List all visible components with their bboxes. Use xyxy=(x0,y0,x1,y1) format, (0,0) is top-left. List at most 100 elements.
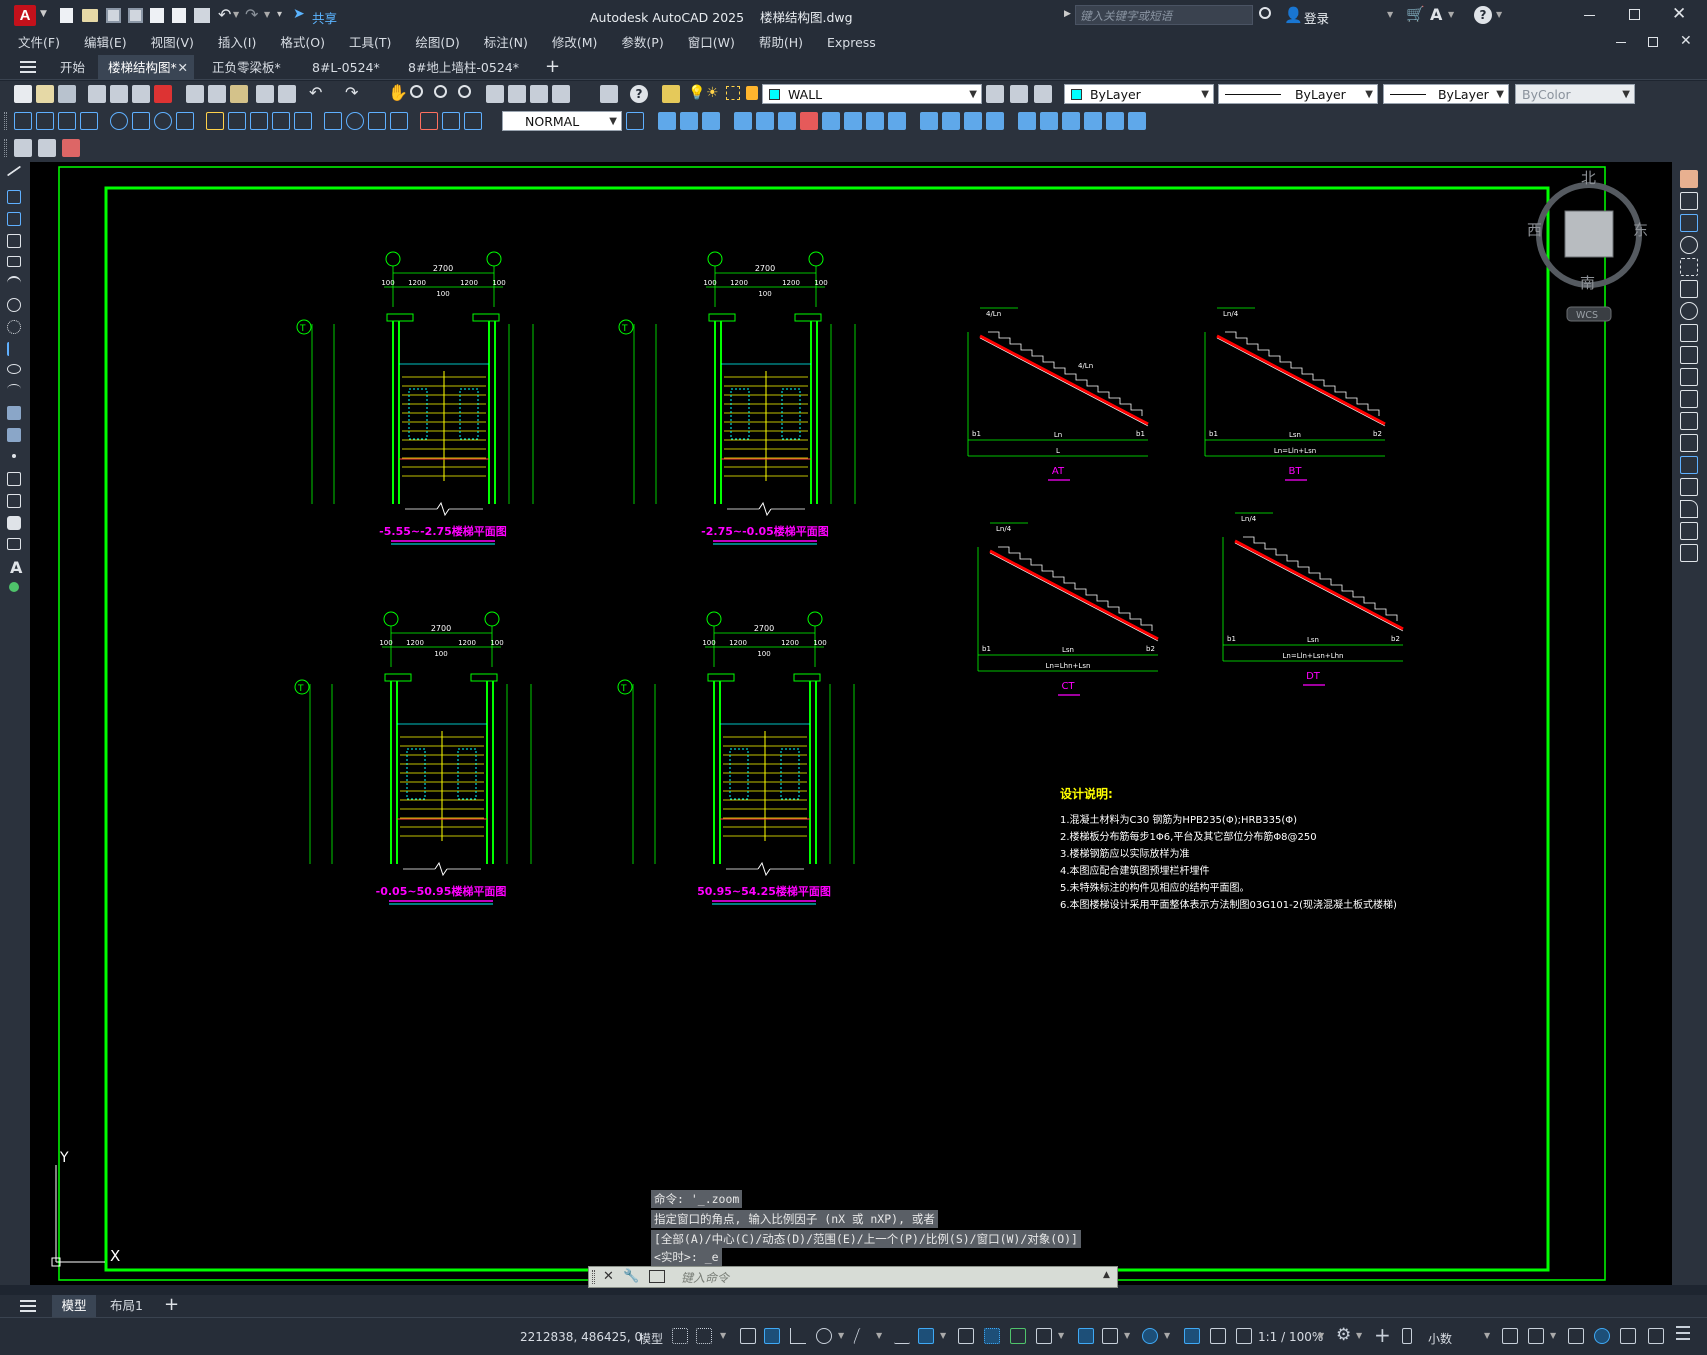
menu-express[interactable]: Express xyxy=(815,31,888,55)
properties-icon[interactable] xyxy=(486,85,504,103)
continue-dim-icon[interactable] xyxy=(250,112,268,130)
layer-previous-icon[interactable] xyxy=(1010,85,1028,103)
sheet-set-icon[interactable] xyxy=(552,85,570,103)
help-icon[interactable]: ? xyxy=(1474,6,1492,24)
match-properties-icon[interactable] xyxy=(256,85,274,103)
modify-toolbar-7-icon[interactable] xyxy=(866,112,884,130)
layer-state-icon[interactable] xyxy=(1034,85,1052,103)
view-left-icon[interactable] xyxy=(702,112,720,130)
menu-parametric[interactable]: 参数(P) xyxy=(609,31,675,55)
redo-dropdown-icon[interactable]: ▼ xyxy=(264,10,270,19)
hardware-acceleration-icon[interactable] xyxy=(1594,1328,1610,1344)
tab-model[interactable]: 模型 xyxy=(52,1295,96,1317)
break-at-point-icon[interactable] xyxy=(1680,412,1698,430)
layer-dropdown[interactable]: WALL ▼ xyxy=(762,84,982,104)
search-icon[interactable] xyxy=(1259,7,1271,19)
layer-viewport-icon[interactable] xyxy=(726,86,740,100)
user-icon[interactable]: 👤 xyxy=(1284,6,1303,24)
drawing-svg[interactable]: T 2700 100 1200 1200 100 100 -5.55~-2.75楼梯平面图 T 2… xyxy=(30,162,1672,1285)
autodesk-a-icon[interactable]: A xyxy=(1430,5,1442,24)
model-space-toggle[interactable]: 模型 xyxy=(639,1330,663,1347)
tolerance-icon[interactable] xyxy=(324,112,342,130)
radius-dim-icon[interactable] xyxy=(110,112,128,130)
calculator-icon[interactable] xyxy=(600,85,618,103)
tab-start[interactable]: 开始 xyxy=(50,55,95,80)
table-tool-icon[interactable] xyxy=(7,538,21,550)
tab-wall-column[interactable]: 8#地上墙柱-0524* xyxy=(398,55,529,80)
line-tool-icon[interactable] xyxy=(6,165,22,177)
tool-palettes-icon[interactable] xyxy=(530,85,548,103)
blend-tool-icon[interactable] xyxy=(1680,522,1698,540)
login-dropdown-icon[interactable]: ▼ xyxy=(1387,10,1393,19)
make-block-icon[interactable] xyxy=(38,139,56,157)
modify-toolbar-2-icon[interactable] xyxy=(756,112,774,130)
share-drawing-icon[interactable] xyxy=(172,8,186,23)
add-layout-icon[interactable]: + xyxy=(164,1294,179,1315)
3d-osnap-dropdown-icon[interactable]: ▼ xyxy=(1058,1331,1064,1340)
isodraft-dropdown-icon[interactable]: ▼ xyxy=(876,1331,882,1340)
dimstyle-manager-icon[interactable] xyxy=(626,112,644,130)
zoom-realtime-icon[interactable] xyxy=(410,85,423,98)
snap-icon[interactable] xyxy=(696,1328,712,1344)
publish-pdf-icon[interactable] xyxy=(154,85,172,103)
toolbar3-grip[interactable] xyxy=(4,139,7,157)
scale-tool-icon[interactable] xyxy=(1680,324,1698,342)
stretch-tool-icon[interactable] xyxy=(1680,346,1698,364)
extend-tool-icon[interactable] xyxy=(1680,390,1698,408)
maximize-icon[interactable] xyxy=(1629,9,1640,20)
transparency-icon[interactable] xyxy=(984,1328,1000,1344)
share-icon[interactable]: ➤ xyxy=(293,6,305,22)
add-selected-tool-icon[interactable] xyxy=(9,582,19,592)
tab-layout1[interactable]: 布局1 xyxy=(104,1295,149,1317)
dim-edit-icon[interactable] xyxy=(420,112,438,130)
modify-toolbar-9-icon[interactable] xyxy=(920,112,938,130)
revcloud-tool-icon[interactable] xyxy=(7,320,21,334)
spline-tool-icon[interactable] xyxy=(7,342,21,356)
isolate-objects-icon[interactable] xyxy=(1568,1328,1584,1344)
selection-cycling-icon[interactable] xyxy=(1010,1328,1026,1344)
plotstyle-dropdown[interactable]: ByColor ▼ xyxy=(1515,84,1635,104)
mirror-tool-icon[interactable] xyxy=(1680,214,1698,232)
redo-icon[interactable]: ↷ xyxy=(245,5,258,24)
open-icon[interactable] xyxy=(36,85,54,103)
units-dropdown-icon[interactable]: ▼ xyxy=(1484,1331,1490,1340)
isodraft-icon[interactable] xyxy=(853,1328,875,1344)
object-snap-tracking-icon[interactable] xyxy=(894,1328,910,1344)
save-toolbar-icon[interactable] xyxy=(58,85,76,103)
command-prompt-icon[interactable] xyxy=(649,1270,665,1283)
annotation-monitor-icon[interactable]: + xyxy=(1374,1323,1391,1347)
modify-toolbar-3-icon[interactable] xyxy=(778,112,796,130)
selection-filter-icon[interactable] xyxy=(1102,1328,1118,1344)
workspace-gear-icon[interactable]: ⚙ xyxy=(1336,1325,1351,1345)
insert-block-tool-icon[interactable] xyxy=(7,406,21,420)
autocad-logo[interactable]: A xyxy=(14,5,36,26)
xline-tool-icon[interactable] xyxy=(7,190,21,204)
diameter-dim-icon[interactable] xyxy=(154,112,172,130)
hamburger-menu-icon[interactable] xyxy=(20,61,36,73)
point-tool-icon[interactable] xyxy=(12,454,16,458)
scale-dropdown-icon[interactable]: ▼ xyxy=(1318,1331,1324,1340)
modify-toolbar-1-icon[interactable] xyxy=(734,112,752,130)
arc-tool-icon[interactable] xyxy=(7,276,21,290)
polar-tracking-icon[interactable] xyxy=(816,1328,832,1344)
lineweight-dropdown[interactable]: ByLayer ▼ xyxy=(1383,84,1509,104)
3d-osnap-icon[interactable] xyxy=(1036,1328,1052,1344)
annotation-visibility-icon[interactable] xyxy=(1184,1328,1200,1344)
circle-tool-icon[interactable] xyxy=(7,298,21,312)
linear-dim-icon[interactable] xyxy=(14,112,32,130)
paste-icon[interactable] xyxy=(230,85,248,103)
modify-toolbar-10-icon[interactable] xyxy=(942,112,960,130)
insert-block-icon[interactable] xyxy=(14,139,32,157)
modify-toolbar-8-icon[interactable] xyxy=(888,112,906,130)
modify-toolbar-15-icon[interactable] xyxy=(1062,112,1080,130)
design-center-icon[interactable] xyxy=(508,85,526,103)
modify-toolbar-6-icon[interactable] xyxy=(844,112,862,130)
new-tab-icon[interactable]: + xyxy=(545,56,560,77)
menu-modify[interactable]: 修改(M) xyxy=(540,31,610,55)
menu-file[interactable]: 文件(F) xyxy=(6,31,72,55)
units-value[interactable]: 小数 xyxy=(1428,1330,1452,1347)
menu-edit[interactable]: 编辑(E) xyxy=(72,31,139,55)
search-input[interactable]: 键入关键字或短语 xyxy=(1075,5,1253,25)
dim-space-icon[interactable] xyxy=(272,112,290,130)
cut-icon[interactable] xyxy=(186,85,204,103)
